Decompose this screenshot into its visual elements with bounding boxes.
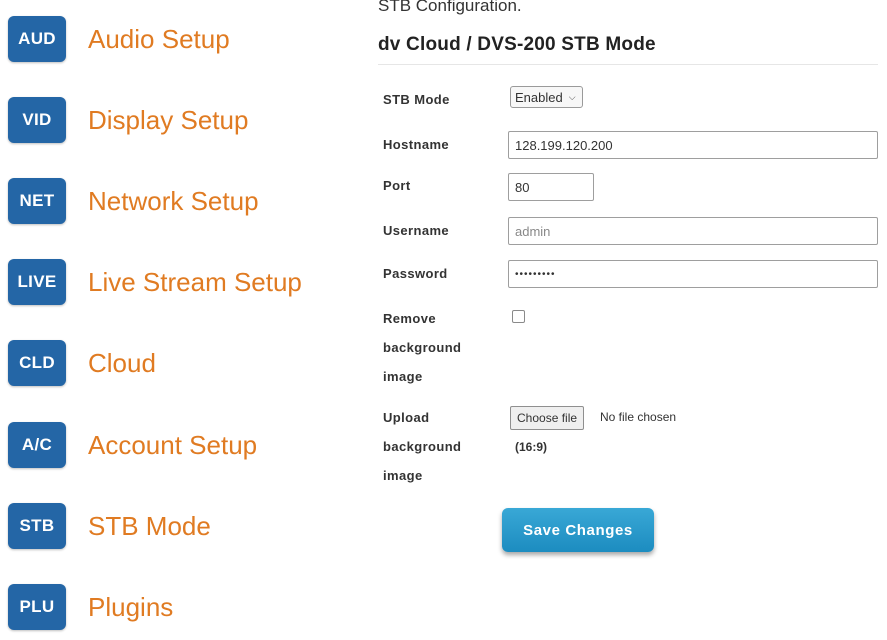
upload-bg-label-line2: background: [383, 439, 462, 454]
sidebar-item-label: Account Setup: [88, 429, 258, 460]
sidebar-nav: AUD Audio Setup VID Display Setup NET Ne…: [0, 0, 350, 640]
hostname-label: Hostname: [383, 137, 450, 152]
account-badge-icon: A/C: [8, 422, 66, 468]
sidebar-item-audio-setup[interactable]: AUD Audio Setup: [8, 14, 230, 64]
remove-bg-checkbox[interactable]: [512, 310, 525, 323]
sidebar-item-label: Audio Setup: [88, 23, 230, 54]
password-input[interactable]: [508, 260, 878, 288]
username-label: Username: [383, 223, 450, 238]
chevron-down-icon: ⌵: [568, 91, 576, 102]
plugins-badge-icon: PLU: [8, 584, 66, 630]
network-badge-icon: NET: [8, 178, 66, 224]
stb-badge-icon: STB: [8, 503, 66, 549]
save-changes-button[interactable]: Save Changes: [502, 508, 654, 552]
file-status-text: No file chosen: [600, 410, 677, 424]
breadcrumb: STB Configuration.: [378, 0, 522, 15]
upload-bg-label-line1: Upload: [383, 410, 430, 425]
hostname-input[interactable]: [508, 131, 878, 159]
divider: [378, 64, 878, 65]
port-label: Port: [383, 178, 411, 193]
stb-config-panel: STB Configuration. dv Cloud / DVS-200 ST…: [372, 0, 887, 640]
stb-mode-select[interactable]: Enabled ⌵: [510, 86, 583, 108]
video-badge-icon: VID: [8, 97, 66, 143]
sidebar-item-label: Cloud: [88, 347, 156, 378]
sidebar-item-label: STB Mode: [88, 510, 211, 541]
live-badge-icon: LIVE: [8, 259, 66, 305]
sidebar-item-stb-mode[interactable]: STB STB Mode: [8, 501, 211, 551]
remove-bg-label-line1: Remove: [383, 311, 436, 326]
sidebar-item-label: Network Setup: [88, 185, 259, 216]
port-input[interactable]: [508, 173, 594, 201]
remove-bg-label-line2: background: [383, 340, 462, 355]
sidebar-item-display-setup[interactable]: VID Display Setup: [8, 95, 248, 145]
sidebar-item-cloud[interactable]: CLD Cloud: [8, 338, 156, 388]
page: AUD Audio Setup VID Display Setup NET Ne…: [0, 0, 887, 640]
stb-mode-selected-value: Enabled: [515, 89, 563, 105]
upload-bg-label-line3: image: [383, 468, 423, 483]
sidebar-item-label: Plugins: [88, 591, 174, 622]
password-label: Password: [383, 266, 448, 281]
sidebar-item-live-stream-setup[interactable]: LIVE Live Stream Setup: [8, 257, 302, 307]
sidebar-item-label: Live Stream Setup: [88, 266, 302, 297]
sidebar-item-plugins[interactable]: PLU Plugins: [8, 582, 173, 632]
stb-mode-label: STB Mode: [383, 92, 450, 107]
username-input[interactable]: [508, 217, 878, 245]
choose-file-button[interactable]: Choose file: [510, 406, 585, 430]
page-title: dv Cloud / DVS-200 STB Mode: [378, 34, 656, 55]
sidebar-item-label: Display Setup: [88, 104, 249, 135]
sidebar-item-account-setup[interactable]: A/C Account Setup: [8, 420, 257, 470]
sidebar-item-network-setup[interactable]: NET Network Setup: [8, 176, 259, 226]
audio-badge-icon: AUD: [8, 16, 66, 62]
remove-bg-label-line3: image: [383, 369, 423, 384]
cloud-badge-icon: CLD: [8, 340, 66, 386]
aspect-ratio-note: (16:9): [515, 440, 548, 454]
